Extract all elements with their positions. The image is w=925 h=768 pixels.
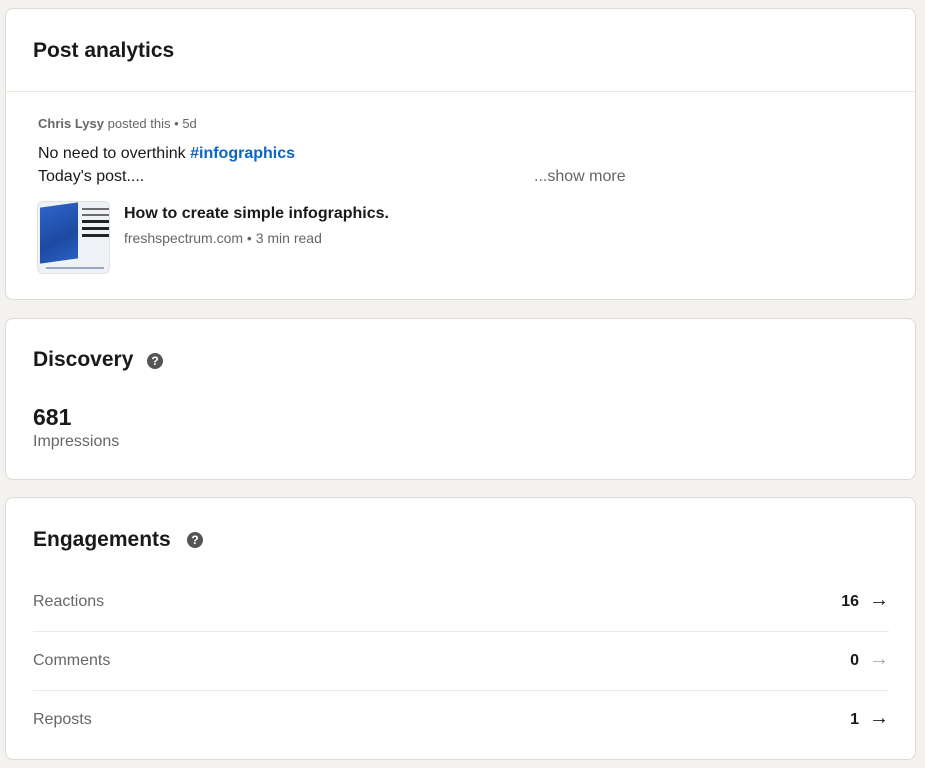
discovery-card: Discovery ? 681 Impressions — [5, 318, 916, 480]
comments-count: 0 — [850, 652, 859, 669]
engagements-card: Engagements ? Reactions 16 → Comments 0 … — [5, 497, 916, 760]
arrow-right-icon[interactable]: → — [869, 589, 889, 612]
reactions-label: Reactions — [33, 593, 105, 610]
thumbnail-footer — [46, 267, 104, 269]
post-author-link[interactable]: Chris Lysy — [38, 116, 104, 131]
impressions-label: Impressions — [33, 433, 120, 450]
help-circle-icon[interactable]: ? — [187, 532, 203, 548]
post-meta: Chris Lysy posted this • 5d — [38, 116, 197, 131]
article-title-link[interactable]: How to create simple infographics. — [124, 205, 389, 223]
meta-separator: • — [174, 116, 179, 131]
post-age: 5d — [182, 116, 197, 131]
impressions-value: 681 — [33, 404, 72, 430]
post-analytics-header: Post analytics — [6, 9, 915, 92]
article-thumbnail[interactable] — [37, 201, 110, 274]
thumbnail-graphic — [40, 202, 78, 264]
engagements-title: Engagements — [33, 528, 171, 551]
reposts-label: Reposts — [33, 711, 92, 728]
help-circle-icon[interactable]: ? — [147, 353, 163, 369]
show-more-button[interactable]: ...show more — [534, 168, 626, 186]
arrow-right-icon[interactable]: → — [869, 707, 889, 730]
arrow-right-icon[interactable]: → — [869, 648, 889, 671]
reactions-count: 16 — [841, 593, 859, 610]
hashtag-link[interactable]: #infographics — [190, 145, 295, 162]
engagement-row-comments[interactable]: Comments 0 → — [33, 632, 889, 691]
post-text-line1: No need to overthink #infographics — [38, 145, 295, 163]
engagement-row-reposts[interactable]: Reposts 1 → — [33, 691, 889, 750]
comments-label: Comments — [33, 652, 111, 669]
posted-text: posted this — [107, 116, 171, 131]
reposts-count: 1 — [850, 711, 859, 728]
post-text-line2: Today's post.... — [38, 168, 145, 185]
post-analytics-card: Post analytics Chris Lysy posted this • … — [5, 8, 916, 300]
article-source: freshspectrum.com • 3 min read — [124, 230, 322, 246]
post-analytics-title: Post analytics — [33, 39, 175, 62]
post-text-prefix: No need to overthink — [38, 145, 191, 162]
discovery-title: Discovery — [33, 348, 134, 371]
thumbnail-text-lines — [82, 208, 109, 241]
engagement-row-reactions[interactable]: Reactions 16 → — [33, 573, 889, 632]
